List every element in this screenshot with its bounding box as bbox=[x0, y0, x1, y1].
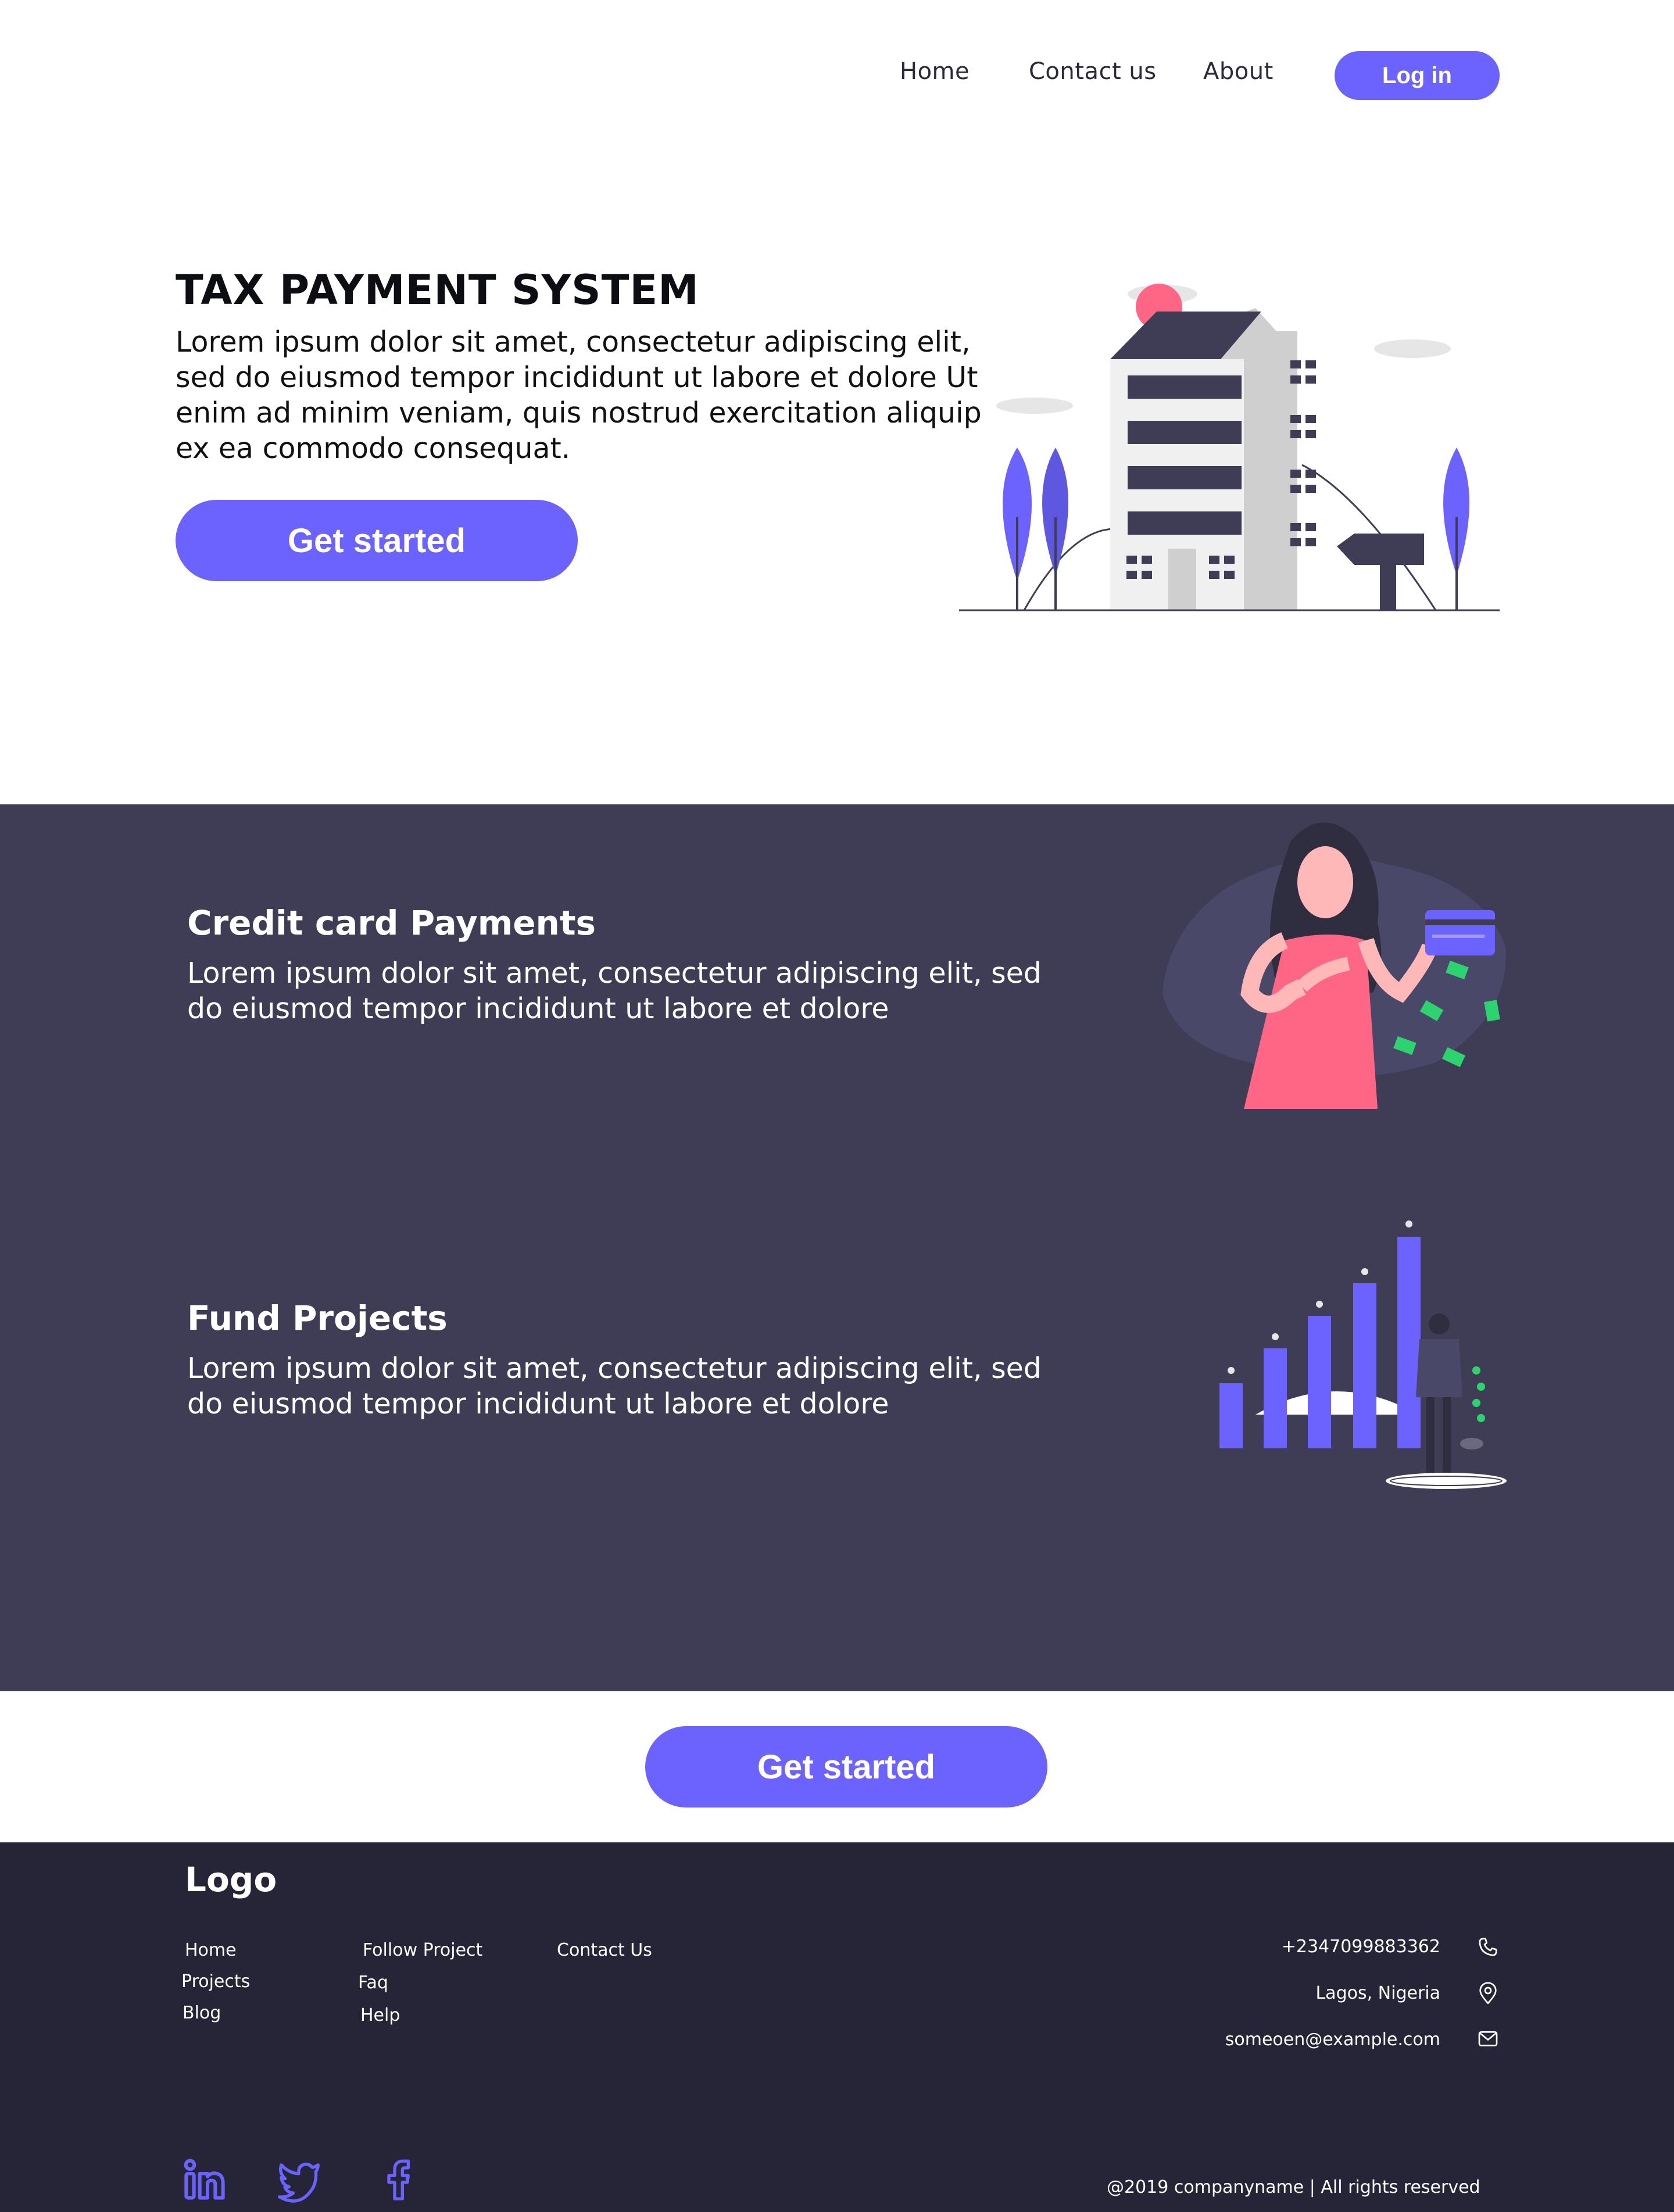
footer-phone: +2347099883362 bbox=[1281, 1937, 1440, 1957]
footer-link-home[interactable]: Home bbox=[185, 1940, 237, 1960]
footer-email: someoen@example.com bbox=[1225, 2030, 1440, 2050]
credit-card-illustration bbox=[1162, 822, 1506, 1109]
copyright-text: @2019 companyname | All rights reserved bbox=[1107, 2177, 1480, 2197]
hero-get-started-button[interactable]: Get started bbox=[176, 500, 578, 581]
feature-credit-card-title: Credit card Payments bbox=[187, 903, 596, 943]
linkedin-icon[interactable] bbox=[181, 2156, 228, 2203]
footer-link-projects[interactable]: Projects bbox=[181, 1971, 250, 1992]
facebook-icon[interactable] bbox=[374, 2156, 421, 2203]
mail-icon bbox=[1478, 2031, 1498, 2046]
nav-contact-link[interactable]: Contact us bbox=[1029, 58, 1157, 85]
building-illustration bbox=[959, 284, 1500, 611]
fund-projects-chart-illustration bbox=[1219, 1220, 1507, 1489]
twitter-icon[interactable] bbox=[276, 2156, 322, 2203]
hero-title: TAX PAYMENT SYSTEM bbox=[176, 266, 699, 314]
feature-credit-card-text: Lorem ipsum dolor sit amet, consectetur … bbox=[187, 957, 1042, 1025]
footer-link-follow-project[interactable]: Follow Project bbox=[363, 1940, 482, 1960]
footer-link-faq[interactable]: Faq bbox=[358, 1973, 388, 1993]
features-section: Credit card Payments Lorem ipsum dolor s… bbox=[0, 804, 1674, 1691]
footer-logo: Logo bbox=[185, 1860, 277, 1899]
footer-location: Lagos, Nigeria bbox=[1315, 1983, 1440, 2003]
nav-about-link[interactable]: About bbox=[1203, 58, 1274, 85]
nav-home-link[interactable]: Home bbox=[900, 58, 970, 85]
login-button[interactable]: Log in bbox=[1335, 51, 1500, 100]
footer-link-blog[interactable]: Blog bbox=[183, 2003, 221, 2023]
bottom-get-started-button[interactable]: Get started bbox=[645, 1726, 1047, 1807]
feature-fund-projects-text: Lorem ipsum dolor sit amet, consectetur … bbox=[187, 1352, 1042, 1420]
hero-description: Lorem ipsum dolor sit amet, consectetur … bbox=[176, 325, 982, 465]
footer-link-help[interactable]: Help bbox=[360, 2005, 400, 2025]
footer-link-contact-us[interactable]: Contact Us bbox=[557, 1940, 652, 1960]
feature-fund-projects-title: Fund Projects bbox=[187, 1298, 448, 1338]
top-navigation: Home Contact us About Log in bbox=[0, 0, 1674, 151]
phone-icon bbox=[1479, 1938, 1497, 1956]
location-icon bbox=[1479, 1982, 1497, 2005]
footer: Logo Home Projects Blog Follow Project F… bbox=[0, 1842, 1674, 2212]
